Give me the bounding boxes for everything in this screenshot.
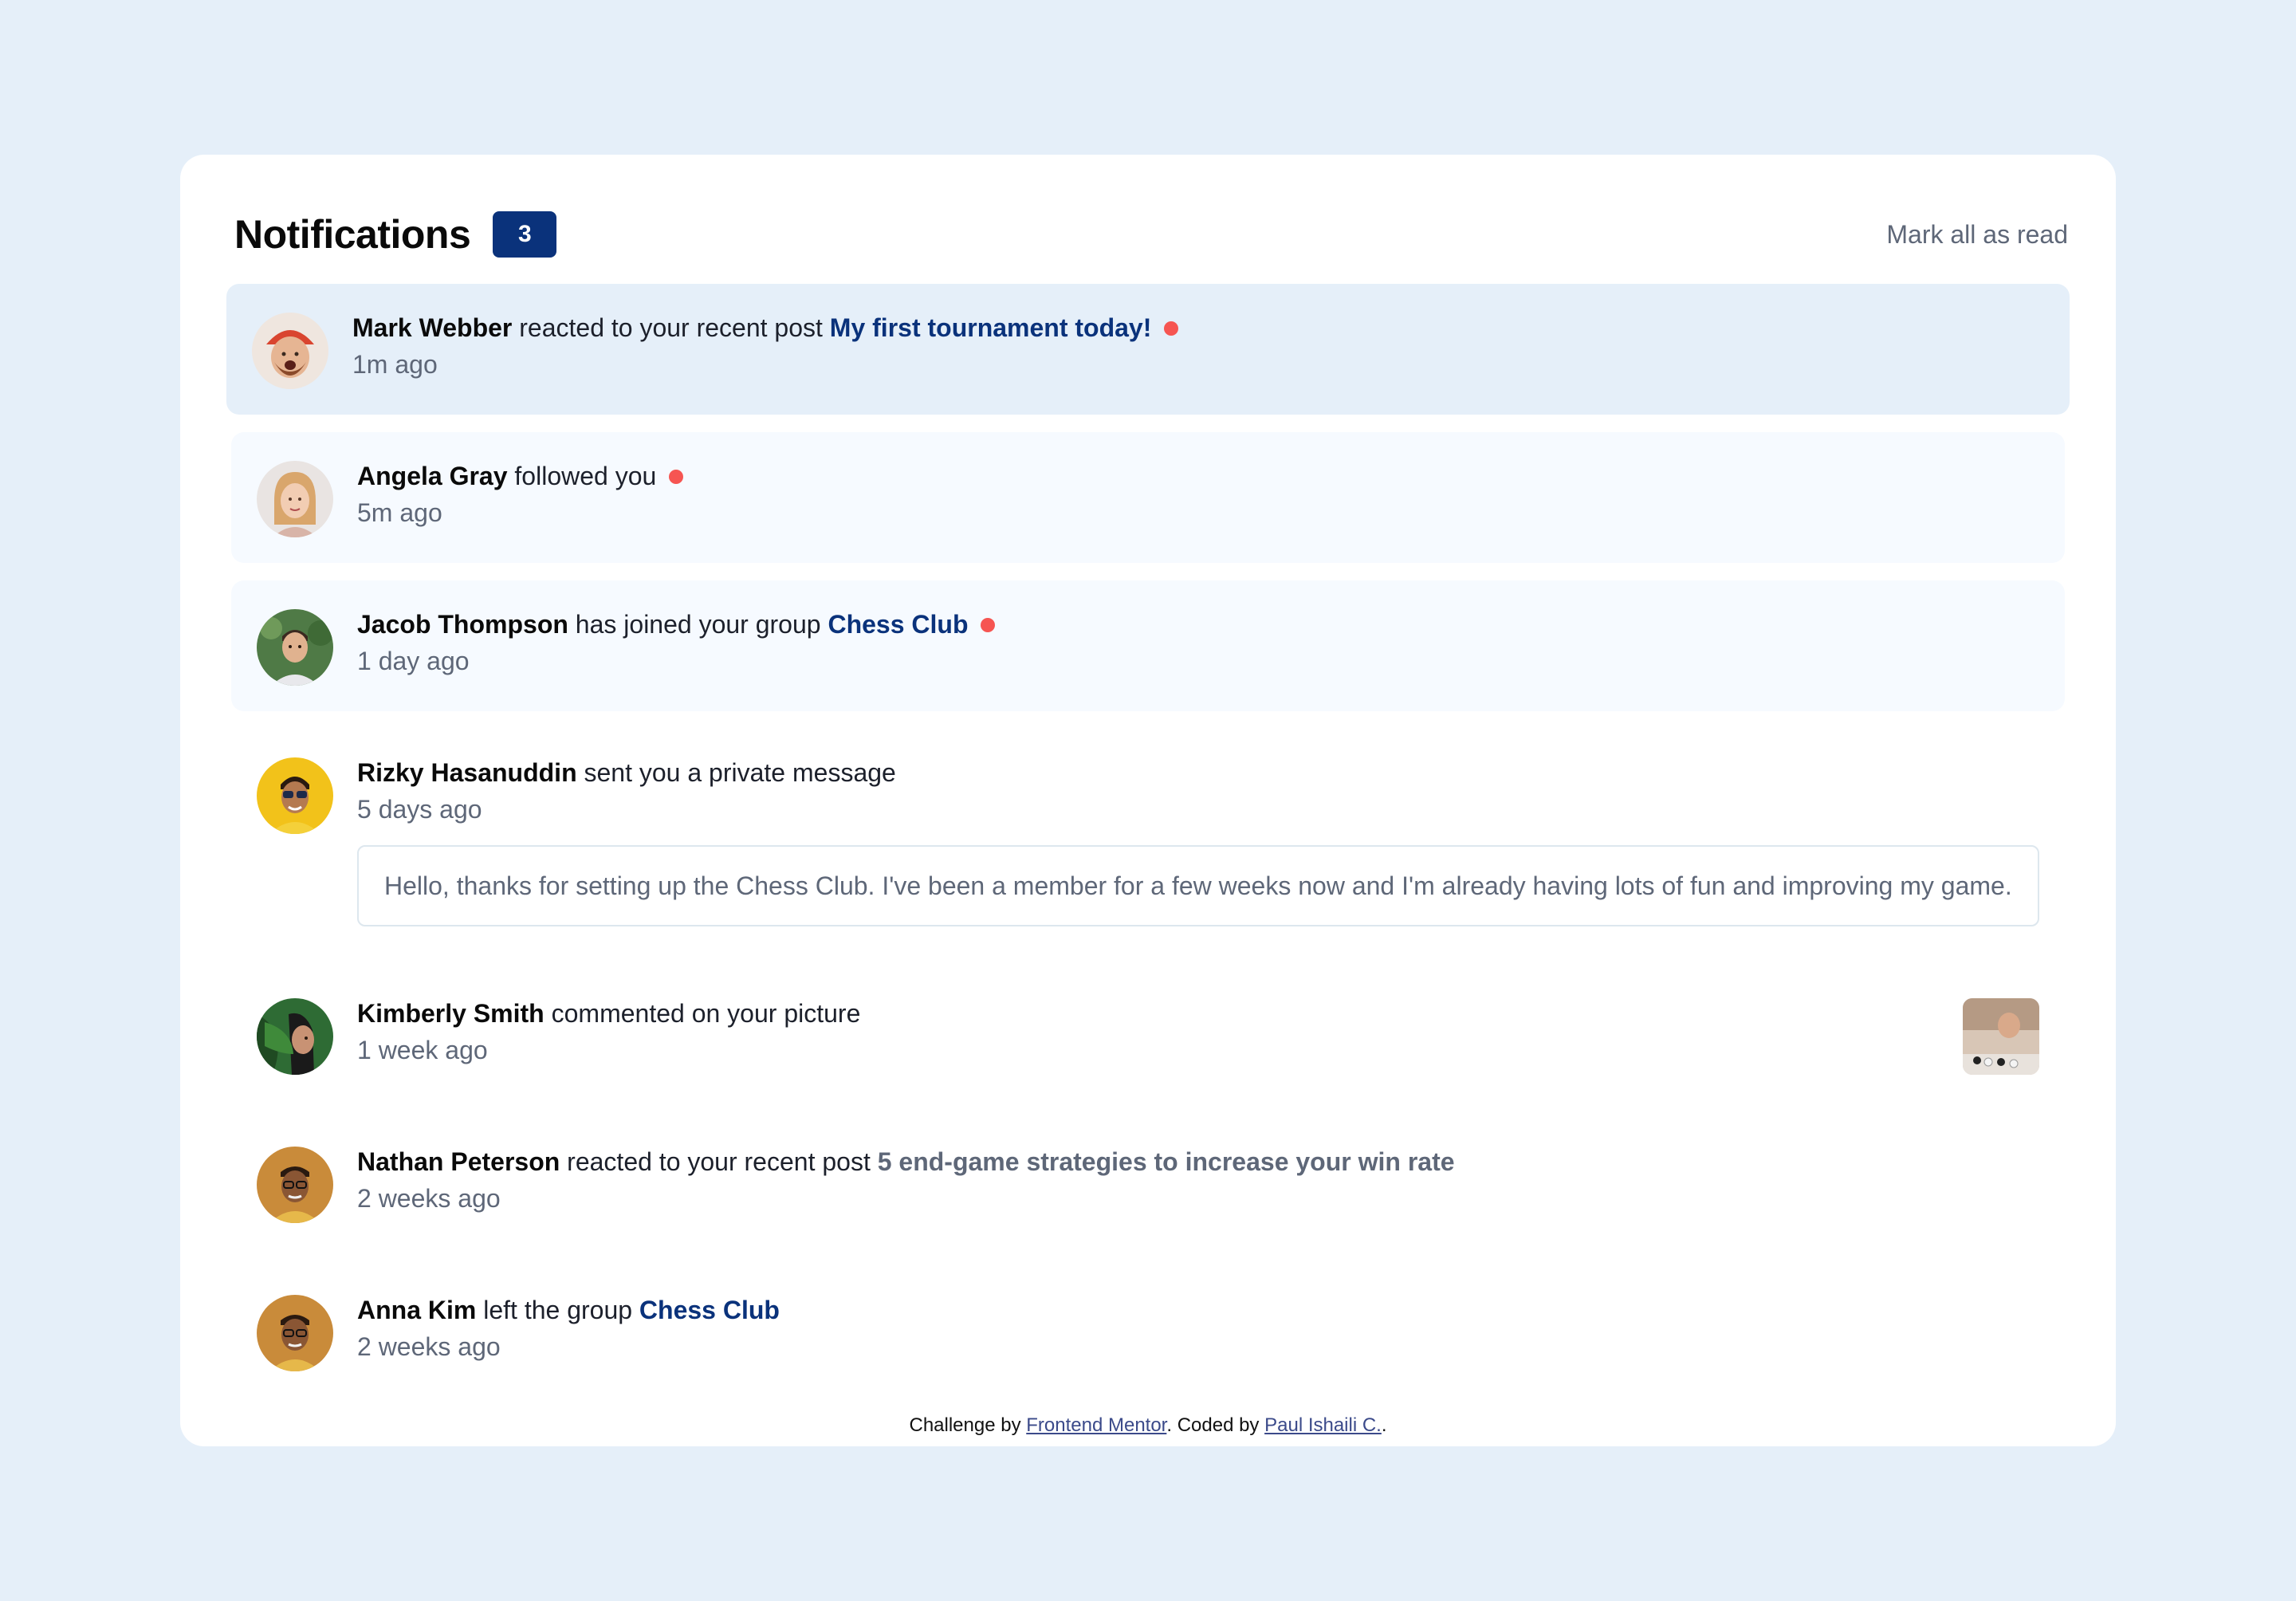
group-link[interactable]: Chess Club xyxy=(828,610,968,639)
notifications-card: Notifications 3 Mark all as read Mark We… xyxy=(180,155,2116,1446)
notification-action: sent you a private message xyxy=(576,758,896,787)
mark-all-read-button[interactable]: Mark all as read xyxy=(1886,220,2068,250)
notification-item[interactable]: Rizky Hasanuddin sent you a private mess… xyxy=(231,729,2065,952)
user-name[interactable]: Mark Webber xyxy=(352,313,512,342)
post-link[interactable]: My first tournament today! xyxy=(830,313,1152,342)
avatar-nathan-peterson[interactable] xyxy=(257,1147,333,1223)
notification-action: reacted to your recent post xyxy=(560,1147,878,1176)
avatar-angela-gray[interactable] xyxy=(257,461,333,537)
avatar-mark-webber[interactable] xyxy=(252,313,328,389)
notification-time: 1m ago xyxy=(352,350,438,379)
unread-dot xyxy=(669,469,684,484)
page-title: Notifications xyxy=(234,212,471,257)
notification-action: has joined your group xyxy=(568,610,828,639)
avatar-anna-kim[interactable] xyxy=(257,1295,333,1371)
user-name[interactable]: Rizky Hasanuddin xyxy=(357,758,577,787)
attribution-footer: Challenge by Frontend Mentor. Coded by P… xyxy=(909,1414,1387,1436)
author-link[interactable]: Paul Ishaili C. xyxy=(1264,1414,1382,1436)
notification-item[interactable]: Kimberly Smith commented on your picture… xyxy=(231,970,2065,1100)
notification-action: left the group xyxy=(476,1296,639,1324)
unread-count-badge: 3 xyxy=(493,211,557,258)
notification-action: reacted to your recent post xyxy=(512,313,830,342)
notification-item[interactable]: Anna Kim left the group Chess Club 2 wee… xyxy=(231,1266,2065,1397)
post-link[interactable]: 5 end-game strategies to increase your w… xyxy=(878,1147,1455,1176)
notification-time: 5m ago xyxy=(357,498,442,527)
private-message-preview[interactable]: Hello, thanks for setting up the Chess C… xyxy=(357,845,2039,926)
notification-item[interactable]: Jacob Thompson has joined your group Che… xyxy=(231,580,2065,711)
frontend-mentor-link[interactable]: Frontend Mentor xyxy=(1026,1414,1166,1436)
avatar-jacob-thompson[interactable] xyxy=(257,609,333,686)
user-name[interactable]: Nathan Peterson xyxy=(357,1147,560,1176)
notification-time: 1 week ago xyxy=(357,1036,488,1064)
notification-time: 2 weeks ago xyxy=(357,1184,501,1213)
user-name[interactable]: Jacob Thompson xyxy=(357,610,568,639)
notification-action: commented on your picture xyxy=(544,999,861,1028)
commented-picture-thumbnail[interactable] xyxy=(1963,998,2039,1075)
notification-time: 5 days ago xyxy=(357,795,482,824)
notification-time: 1 day ago xyxy=(357,647,470,675)
group-link[interactable]: Chess Club xyxy=(639,1296,780,1324)
user-name[interactable]: Kimberly Smith xyxy=(357,999,545,1028)
user-name[interactable]: Anna Kim xyxy=(357,1296,476,1324)
notification-item[interactable]: Nathan Peterson reacted to your recent p… xyxy=(231,1118,2065,1249)
avatar-kimberly-smith[interactable] xyxy=(257,998,333,1075)
user-name[interactable]: Angela Gray xyxy=(357,462,508,490)
unread-dot xyxy=(1164,321,1179,336)
notification-item[interactable]: Mark Webber reacted to your recent post … xyxy=(226,284,2070,415)
avatar-rizky-hasanuddin[interactable] xyxy=(257,757,333,834)
notification-item[interactable]: Angela Gray followed you 5m ago xyxy=(231,432,2065,563)
notification-list: Mark Webber reacted to your recent post … xyxy=(226,284,2070,1397)
notification-time: 2 weeks ago xyxy=(357,1332,501,1361)
unread-dot xyxy=(981,617,996,632)
notification-action: followed you xyxy=(507,462,657,490)
